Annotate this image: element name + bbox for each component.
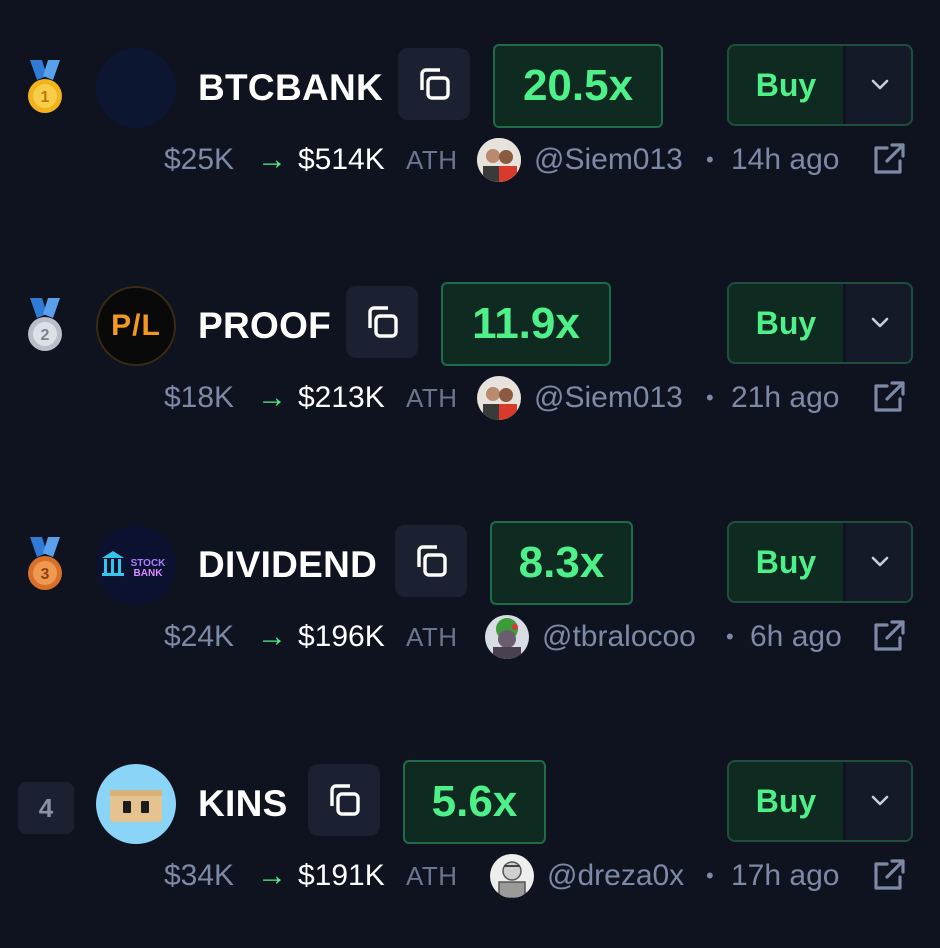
buy-options-dropdown[interactable] — [846, 46, 911, 124]
svg-text:2: 2 — [41, 327, 50, 344]
caller-handle[interactable]: @dreza0x — [547, 854, 684, 898]
caller-handle[interactable]: @Siem013 — [534, 138, 683, 182]
row-meta: $34K → $191K ATH @dreza0x • 17h ago — [0, 854, 940, 898]
btcbank-logo — [96, 48, 176, 128]
copy-button[interactable] — [395, 525, 467, 597]
leaderboard-row-1[interactable]: 1 BTCBANK 20.5x Buy $25K → $514K ATH @Si… — [0, 44, 940, 194]
caller-handle[interactable]: @Siem013 — [534, 376, 683, 420]
svg-text:BANK: BANK — [134, 568, 164, 579]
kins-box-logo — [96, 764, 176, 844]
ath-label: ATH — [406, 383, 458, 413]
entry-marketcap: $34K — [164, 859, 235, 892]
buy-options-dropdown[interactable] — [846, 284, 911, 362]
avatar[interactable] — [477, 138, 521, 182]
gold-medal-icon: 1 — [22, 60, 68, 116]
separator: • — [726, 624, 734, 649]
buy-options-dropdown[interactable] — [846, 762, 911, 840]
token-name: DIVIDEND — [198, 544, 378, 585]
ath-label: ATH — [406, 861, 458, 891]
token-name: PROOF — [198, 305, 332, 346]
multiplier-badge: 5.6x — [403, 760, 546, 844]
separator: • — [706, 385, 714, 410]
copy-icon — [368, 306, 398, 338]
chevron-down-icon — [871, 317, 888, 328]
copy-icon — [417, 545, 447, 577]
ath-label: ATH — [406, 622, 458, 652]
arrow-icon: → — [257, 620, 287, 653]
separator: • — [706, 147, 714, 172]
multiplier-badge: 11.9x — [441, 282, 611, 366]
time-ago: 6h ago — [750, 620, 842, 653]
row-meta: $24K → $196K ATH @tbralocoo • 6h ago — [0, 615, 940, 659]
leaderboard-row-2[interactable]: 2 P/L PROOF 11.9x Buy $18K → $213K ATH @… — [0, 282, 940, 432]
pl-logo-text: P/L — [111, 309, 161, 342]
buy-button-group[interactable]: Buy — [727, 282, 913, 364]
external-link-icon[interactable] — [870, 140, 908, 178]
bronze-medal-icon: 3 — [22, 537, 68, 593]
token-name: KINS — [198, 783, 288, 824]
copy-button[interactable] — [346, 286, 418, 358]
leaderboard-row-3[interactable]: 3 STOCK BANK DIVIDEND 8.3x Buy $24K → $1… — [0, 521, 940, 671]
svg-text:3: 3 — [41, 566, 50, 583]
buy-button[interactable]: Buy — [729, 523, 843, 601]
buy-button-group[interactable]: Buy — [727, 521, 913, 603]
ath-marketcap: $191K — [298, 859, 385, 892]
multiplier-badge: 8.3x — [490, 521, 633, 605]
external-link-icon[interactable] — [870, 856, 908, 894]
buy-button[interactable]: Buy — [729, 46, 843, 124]
copy-icon — [420, 68, 450, 100]
ath-label: ATH — [406, 145, 458, 175]
pl-logo: P/L — [96, 286, 176, 366]
copy-button[interactable] — [398, 48, 470, 120]
time-ago: 17h ago — [731, 859, 840, 892]
row-meta: $25K → $514K ATH @Siem013 • 14h ago — [0, 138, 940, 182]
entry-marketcap: $25K — [164, 143, 235, 176]
chevron-down-icon — [871, 556, 888, 567]
svg-text:1: 1 — [41, 89, 50, 106]
chevron-down-icon — [871, 79, 888, 90]
ath-marketcap: $213K — [298, 381, 385, 414]
buy-button[interactable]: Buy — [729, 762, 843, 840]
rank-badge: 4 — [18, 782, 74, 834]
avatar[interactable] — [477, 376, 521, 420]
avatar[interactable] — [490, 854, 534, 898]
row-meta: $18K → $213K ATH @Siem013 • 21h ago — [0, 376, 940, 420]
multiplier-badge: 20.5x — [493, 44, 663, 128]
separator: • — [706, 863, 714, 888]
entry-marketcap: $24K — [164, 620, 235, 653]
arrow-icon: → — [257, 859, 287, 892]
silver-medal-icon: 2 — [22, 298, 68, 354]
buy-options-dropdown[interactable] — [846, 523, 911, 601]
ath-marketcap: $196K — [298, 620, 385, 653]
buy-button-group[interactable]: Buy — [727, 44, 913, 126]
arrow-icon: → — [257, 381, 287, 414]
copy-icon — [330, 784, 360, 816]
buy-button[interactable]: Buy — [729, 284, 843, 362]
time-ago: 21h ago — [731, 381, 840, 414]
entry-marketcap: $18K — [164, 381, 235, 414]
buy-button-group[interactable]: Buy — [727, 760, 913, 842]
avatar[interactable] — [485, 615, 529, 659]
chevron-down-icon — [871, 795, 888, 806]
time-ago: 14h ago — [731, 143, 840, 176]
caller-handle[interactable]: @tbralocoo — [542, 615, 696, 659]
external-link-icon[interactable] — [870, 617, 908, 655]
leaderboard-row-4[interactable]: 4 KINS 5.6x Buy $34K → $191K ATH @dreza0… — [0, 760, 940, 910]
external-link-icon[interactable] — [870, 378, 908, 416]
stockbank-logo: STOCK BANK — [96, 525, 176, 605]
copy-button[interactable] — [308, 764, 380, 836]
arrow-icon: → — [257, 143, 287, 176]
ath-marketcap: $514K — [298, 143, 385, 176]
token-name: BTCBANK — [198, 67, 384, 108]
